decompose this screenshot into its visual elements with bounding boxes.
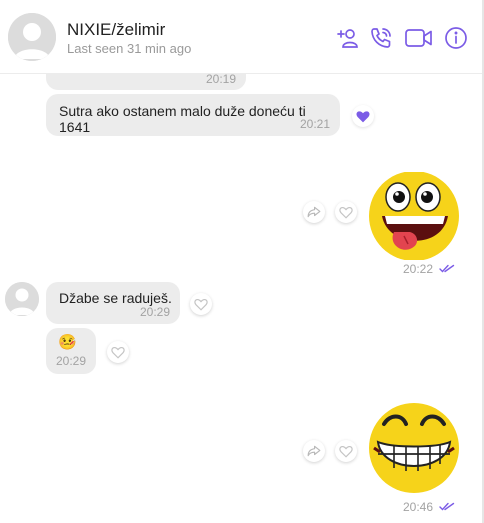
message-text: Džabe se raduješ.: [59, 290, 172, 306]
liked-heart-icon[interactable]: [352, 105, 374, 127]
share-icon[interactable]: [303, 201, 325, 223]
message-bubble[interactable]: Džabe se raduješ. 20:29: [46, 282, 180, 324]
heart-icon[interactable]: [335, 201, 357, 223]
heart-icon[interactable]: [335, 440, 357, 462]
last-seen-status: Last seen 31 min ago: [67, 41, 192, 56]
message-time: 20:22: [403, 262, 434, 276]
add-contact-icon[interactable]: [336, 26, 360, 50]
message-bubble[interactable]: 🤒 20:29: [46, 328, 96, 374]
heart-icon[interactable]: [190, 293, 212, 315]
phone-icon[interactable]: [369, 26, 393, 50]
message-time: 20:21: [299, 117, 330, 131]
message-list[interactable]: 20:19 Sutra ako ostanem malo duže donеću…: [0, 60, 482, 523]
message-time: 20:19: [205, 72, 236, 86]
heart-icon[interactable]: [107, 341, 129, 363]
laughing-face-sticker[interactable]: [366, 171, 464, 265]
grinning-face-sticker[interactable]: [366, 402, 464, 499]
share-icon[interactable]: [303, 440, 325, 462]
read-ticks-icon: [439, 264, 455, 273]
message-time: 20:29: [139, 305, 170, 319]
message-text: Sutra ako ostanem malo duže donеću ti 16…: [59, 103, 306, 135]
info-icon[interactable]: [444, 26, 468, 50]
video-icon[interactable]: [404, 26, 434, 50]
read-ticks-icon: [439, 502, 455, 511]
chat-header: NIXIE/želimir Last seen 31 min ago: [0, 0, 482, 74]
message-time: 20:46: [403, 500, 434, 514]
sender-avatar[interactable]: [5, 282, 39, 316]
message-bubble[interactable]: Sutra ako ostanem malo duže donеću ti 16…: [46, 94, 340, 136]
contact-avatar[interactable]: [8, 13, 56, 61]
contact-name[interactable]: NIXIE/želimir: [67, 20, 165, 40]
message-time: 20:29: [56, 354, 87, 368]
message-emoji: 🤒: [58, 334, 77, 351]
